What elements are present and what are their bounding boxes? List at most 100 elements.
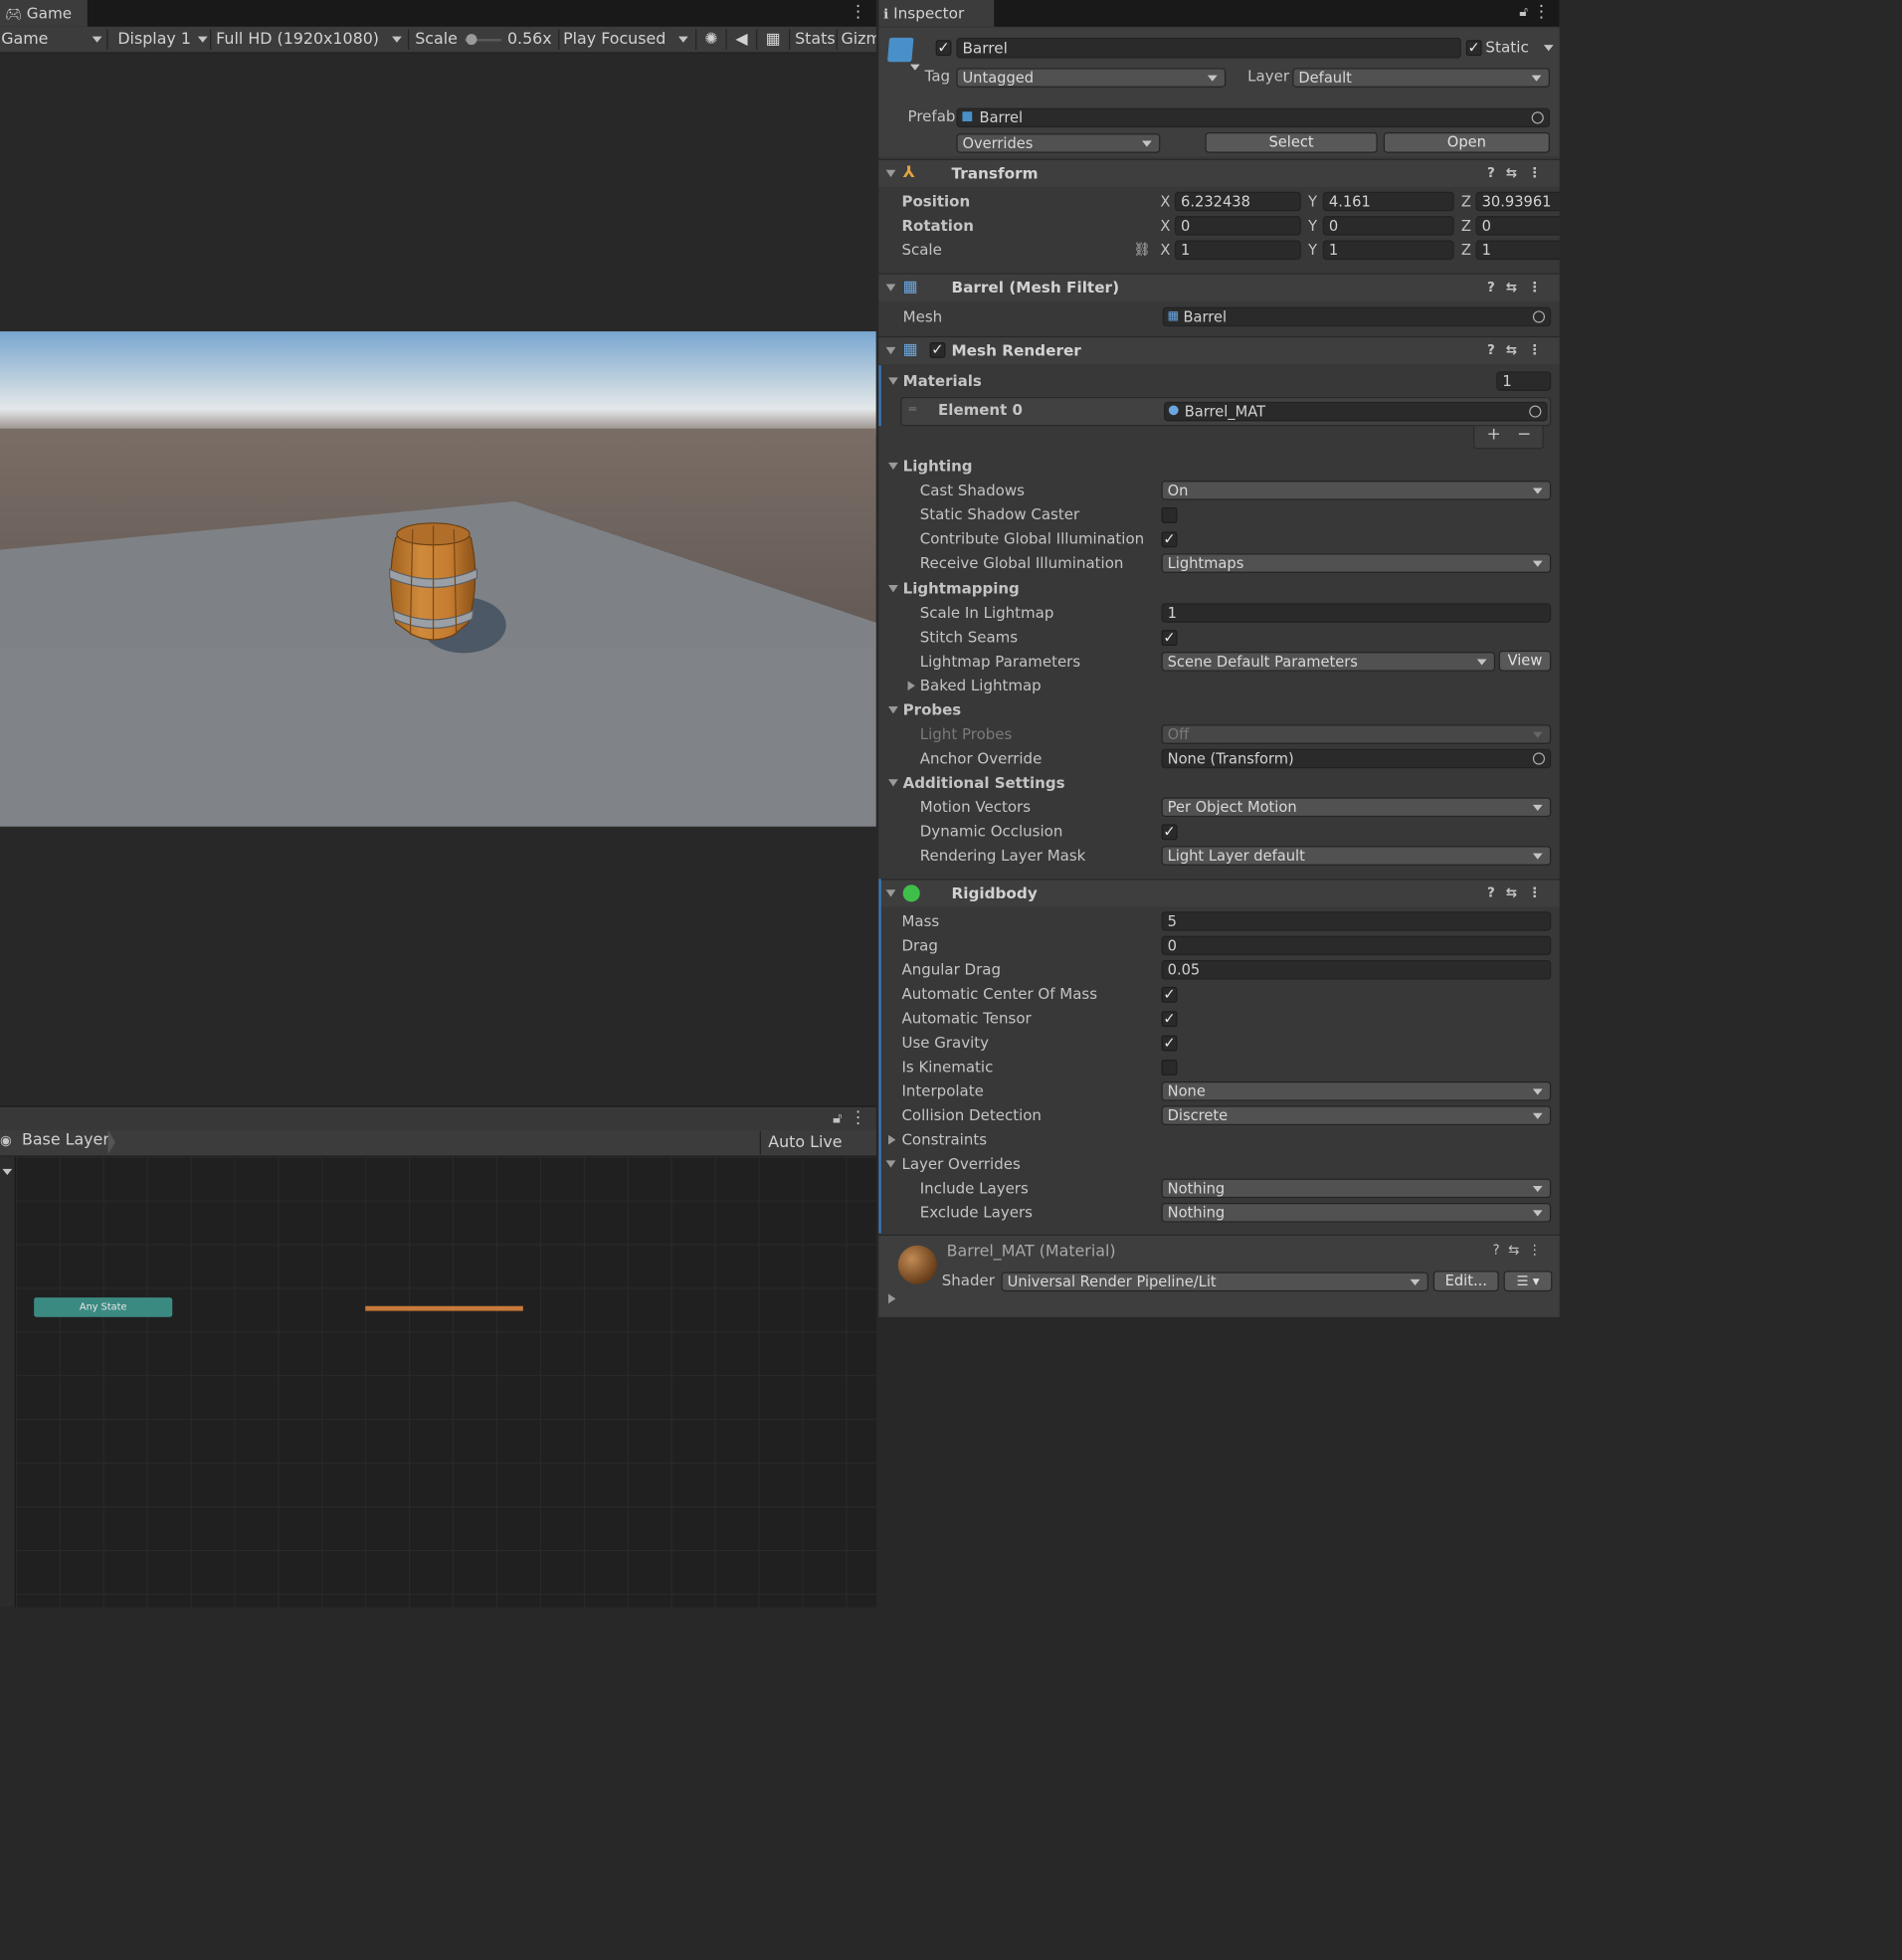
component-header-icons[interactable]: ?⇆⋮ [1487,160,1552,187]
foldout-arrow-icon[interactable] [885,1160,896,1168]
scale-slider-handle[interactable] [466,34,477,46]
interpolate-dropdown[interactable]: None [1161,1081,1552,1101]
foldout-arrow-icon[interactable] [888,1134,896,1145]
foldout-arrow-icon[interactable] [888,779,898,787]
lightmap-parameters-dropdown[interactable]: Scene Default Parameters [1161,652,1496,672]
rotation-z-field[interactable]: 0 [1475,216,1560,236]
chevron-down-icon[interactable] [1543,45,1554,52]
foldout-arrow-icon[interactable] [888,706,898,714]
game-viewport[interactable] [0,331,876,827]
object-picker-icon[interactable] [1531,111,1544,124]
element0-material-field[interactable]: Barrel_MAT [1163,401,1548,422]
contribute-gi-checkbox[interactable]: ✓ [1161,531,1178,548]
animator-graph[interactable]: Any State [15,1156,876,1608]
foldout-arrow-icon[interactable] [907,681,915,691]
resolution-dropdown[interactable]: Full HD (1920x1080) [216,27,403,53]
foldout-arrow-icon[interactable] [888,462,898,471]
lock-icon[interactable]: 🔓︎ [833,1109,842,1127]
static-checkbox[interactable]: ✓ [1465,40,1482,57]
audio-icon[interactable]: ◀ [730,27,752,53]
shader-edit-button[interactable]: Edit... [1432,1271,1499,1292]
materials-count-field[interactable]: 1 [1496,371,1552,391]
foldout-arrow-icon[interactable] [888,1293,896,1304]
component-header-icons[interactable]: ?⇆⋮ [1487,881,1552,907]
eye-icon[interactable]: ◉ [0,1132,12,1148]
chevron-down-icon[interactable] [910,64,920,71]
foldout-arrow-icon[interactable] [885,889,896,897]
object-active-checkbox[interactable]: ✓ [935,40,952,57]
rotation-x-field[interactable]: 0 [1174,216,1301,236]
more-menu-icon[interactable]: ⋮ [850,1108,866,1128]
stats-button[interactable]: Stats [795,27,835,53]
auto-tensor-checkbox[interactable]: ✓ [1161,1011,1178,1028]
receive-gi-dropdown[interactable]: Lightmaps [1161,553,1552,573]
game-mode-dropdown[interactable]: Game [1,27,102,53]
scale-x-field[interactable]: 1 [1174,240,1301,261]
mesh-field[interactable]: ▦ Barrel [1162,306,1552,327]
lightmap-view-button[interactable]: View [1498,650,1552,672]
dynamic-occlusion-checkbox[interactable]: ✓ [1161,824,1178,841]
constraints-label[interactable]: Constraints [901,1127,987,1151]
breadcrumb-base-layer[interactable]: Base Layer [22,1131,109,1149]
scale-y-field[interactable]: 1 [1322,240,1454,261]
tag-dropdown[interactable]: Untagged [956,68,1227,88]
materials-label[interactable]: Materials [903,369,982,393]
anchor-override-field[interactable]: None (Transform) [1161,748,1552,769]
component-header-icons[interactable]: ?⇆⋮ [1493,1242,1550,1258]
link-icon[interactable]: ⛓ [1133,238,1150,262]
prefab-field[interactable]: Barrel [956,107,1550,128]
position-z-field[interactable]: 30.93961 [1475,191,1560,212]
foldout-arrow-icon[interactable] [888,377,898,385]
foldout-arrow-icon[interactable] [888,585,898,593]
entry-state-node[interactable] [365,1305,523,1311]
position-x-field[interactable]: 6.232438 [1174,191,1301,212]
tab-game[interactable]: 🎮︎ Game [0,0,88,27]
layer-overrides-label[interactable]: Layer Overrides [901,1152,1020,1176]
add-element-button[interactable]: + [1487,425,1501,445]
collision-detection-dropdown[interactable]: Discrete [1161,1105,1552,1125]
baked-lightmap-label[interactable]: Baked Lightmap [920,674,1042,697]
mass-field[interactable]: 5 [1161,911,1552,931]
exclude-layers-dropdown[interactable]: Nothing [1161,1203,1552,1223]
scale-in-lightmap-field[interactable]: 1 [1161,603,1552,623]
prefab-open-button[interactable]: Open [1383,131,1550,153]
object-picker-icon[interactable] [1532,310,1546,323]
auto-live-link-button[interactable]: Auto Live Link [759,1131,876,1175]
transform-header[interactable]: ⅄ Transform ?⇆⋮ [878,158,1560,187]
cast-shadows-dropdown[interactable]: On [1161,481,1552,500]
component-header-icons[interactable]: ?⇆⋮ [1487,275,1552,301]
drag-handle-icon[interactable]: ═ [909,403,916,416]
object-picker-icon[interactable] [1532,752,1546,765]
motion-vectors-dropdown[interactable]: Per Object Motion [1161,797,1552,818]
foldout-arrow-icon[interactable] [885,346,896,355]
component-header-icons[interactable]: ?⇆⋮ [1487,337,1552,364]
remove-element-button[interactable]: − [1517,425,1531,445]
more-menu-icon[interactable]: ⋮ [850,2,866,22]
drag-field[interactable]: 0 [1161,935,1552,956]
probes-label[interactable]: Probes [903,698,962,722]
lock-icon[interactable]: 🔓︎ [1519,4,1528,21]
play-mode-dropdown[interactable]: Play Focused [563,27,691,53]
shader-dropdown[interactable]: Universal Render Pipeline/Lit [1001,1272,1428,1292]
include-layers-dropdown[interactable]: Nothing [1161,1178,1552,1199]
object-name-field[interactable]: Barrel [956,37,1461,59]
use-gravity-checkbox[interactable]: ✓ [1161,1035,1178,1052]
auto-com-checkbox[interactable]: ✓ [1161,987,1178,1003]
object-picker-icon[interactable] [1529,405,1542,418]
foldout-arrow-icon[interactable] [885,169,896,178]
gizmos-button[interactable]: Gizm [841,27,875,53]
rotation-y-field[interactable]: 0 [1322,216,1454,236]
display-dropdown[interactable]: Display 1 [117,27,208,53]
overrides-dropdown[interactable]: Overrides [956,133,1161,153]
lightmapping-label[interactable]: Lightmapping [903,577,1020,601]
shader-options-button[interactable]: ☰ ▾ [1503,1271,1553,1292]
more-menu-icon[interactable]: ⋮ [1533,2,1550,22]
angular-drag-field[interactable]: 0.05 [1161,960,1552,980]
mesh-renderer-header[interactable]: ▦ ✓ Mesh Renderer ?⇆⋮ [878,335,1560,364]
position-y-field[interactable]: 4.161 [1322,191,1454,212]
mesh-renderer-enabled-checkbox[interactable]: ✓ [929,342,946,358]
tab-inspector[interactable]: ℹ Inspector [878,0,995,27]
layers-sidebar[interactable] [0,1156,16,1608]
layer-dropdown[interactable]: Default [1292,68,1550,88]
static-shadow-caster-checkbox[interactable] [1161,506,1178,523]
